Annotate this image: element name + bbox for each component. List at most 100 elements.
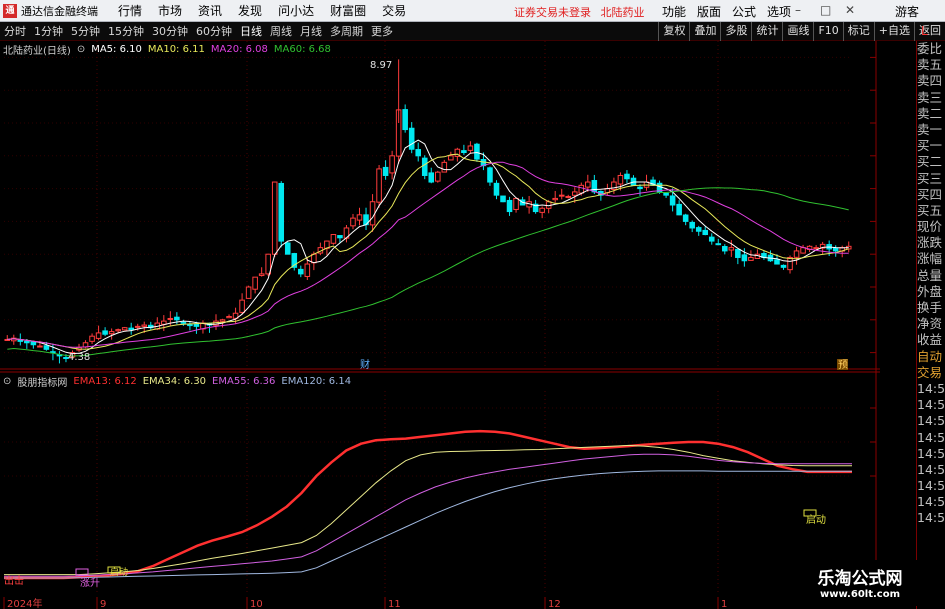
period-tab[interactable]: 5分钟	[71, 23, 100, 39]
close-icon[interactable]: ✕	[845, 3, 855, 17]
menu-discover[interactable]: 发现	[238, 2, 262, 19]
menu-quotes[interactable]: 行情	[118, 2, 142, 19]
panel-item[interactable]: 总量	[917, 268, 945, 284]
candle-body	[793, 250, 800, 258]
period-tab[interactable]: 多周期	[330, 23, 363, 39]
period-tab[interactable]: 分时	[4, 23, 26, 39]
candle-body	[748, 256, 754, 261]
minimize-icon[interactable]: –	[795, 3, 801, 17]
panel-item[interactable]: 14:56	[917, 397, 945, 413]
candle-body	[226, 316, 232, 319]
period-tab[interactable]: 1分钟	[34, 23, 63, 39]
top-stock-name: 北陆药业	[600, 6, 645, 19]
statistics-button[interactable]: 统计	[751, 22, 782, 41]
overlay-button[interactable]: 叠加	[689, 22, 720, 41]
menu-function[interactable]: 功能	[662, 3, 686, 20]
period-tab[interactable]: 周线	[270, 23, 292, 39]
period-tab-active[interactable]: 日线	[240, 23, 262, 39]
panel-item[interactable]: 买二	[917, 154, 945, 170]
legend-toggle-icon[interactable]: ⊙	[77, 44, 85, 55]
period-tab[interactable]: 15分钟	[108, 23, 144, 39]
period-tab[interactable]: 60分钟	[196, 23, 232, 39]
back-button[interactable]: 返回	[914, 22, 945, 41]
candle-body	[487, 167, 493, 183]
menu-market[interactable]: 市场	[158, 2, 182, 19]
signal-qidong-right: 启动	[806, 513, 826, 526]
menu-ask-xiaoda[interactable]: 问小达	[278, 2, 314, 19]
panel-item[interactable]: 14:56	[917, 430, 945, 446]
kline-chart[interactable]: 9.008.508.007.507.006.506.005.505.004.50…	[0, 41, 880, 371]
candle-body	[578, 184, 585, 194]
menu-wealth-circle[interactable]: 财富圈	[330, 2, 366, 19]
candle-body	[741, 254, 748, 262]
watermark-url: www.60lt.com	[819, 589, 900, 600]
panel-item[interactable]: 14:56	[917, 462, 945, 478]
panel-item[interactable]: 交易	[917, 365, 945, 381]
candle-body	[448, 155, 454, 161]
ema120-line	[4, 470, 852, 579]
candle-body	[174, 316, 180, 321]
main-menu: 行情 市场 资讯 发现 问小达 财富圈 交易	[102, 2, 406, 19]
adjust-button[interactable]: 复权	[658, 22, 689, 41]
period-tab-more[interactable]: 更多	[371, 23, 393, 39]
period-tabs: 分时 1分钟 5分钟 15分钟 30分钟 60分钟 日线 周线 月线 多周期 更…	[0, 22, 401, 41]
panel-item[interactable]: 14:56	[917, 478, 945, 494]
menu-formula[interactable]: 公式	[732, 3, 756, 20]
panel-item[interactable]: 自动	[917, 349, 945, 365]
panel-item[interactable]: 卖一	[917, 122, 945, 138]
candle-body	[735, 248, 741, 258]
panel-item[interactable]: 涨跌	[917, 235, 945, 251]
mark-button[interactable]: 标记	[842, 22, 874, 41]
panel-item[interactable]: 卖二	[917, 106, 945, 122]
menu-layout[interactable]: 版面	[697, 3, 721, 20]
period-tab[interactable]: 30分钟	[152, 23, 188, 39]
candle-body	[89, 335, 95, 342]
date-label: 12	[548, 599, 561, 609]
panel-item[interactable]: 14:56	[917, 381, 945, 397]
panel-item[interactable]: 买三	[917, 171, 945, 187]
candle-body	[800, 247, 806, 254]
draw-line-button[interactable]: 画线	[782, 22, 813, 41]
panel-item[interactable]: 净资	[917, 316, 945, 332]
candle-body	[258, 273, 265, 276]
panel-item[interactable]: 涨幅	[917, 251, 945, 267]
panel-item[interactable]: 买四	[917, 187, 945, 203]
panel-item[interactable]: 委比	[917, 41, 945, 57]
candle-body	[435, 171, 441, 182]
panel-item[interactable]: 买五	[917, 203, 945, 219]
f10-button[interactable]: F10	[813, 22, 842, 41]
panel-item[interactable]: 14:56	[917, 494, 945, 510]
menu-news[interactable]: 资讯	[198, 2, 222, 19]
panel-item[interactable]: 现价	[917, 219, 945, 235]
maximize-icon[interactable]: □	[820, 3, 831, 17]
multi-stock-button[interactable]: 多股	[720, 22, 751, 41]
panel-item[interactable]: 14:56	[917, 413, 945, 429]
panel-letter[interactable]: L	[921, 24, 928, 38]
guest-label[interactable]: 游客	[895, 3, 919, 20]
candle-body	[813, 247, 819, 250]
candle-body	[141, 324, 148, 327]
panel-item[interactable]: 卖四	[917, 73, 945, 89]
broker-login-status: 证券交易未登录	[514, 6, 591, 19]
menu-options[interactable]: 选项	[767, 3, 791, 20]
panel-item[interactable]: 外盘	[917, 284, 945, 300]
forecast-marker[interactable]: 预	[838, 359, 848, 371]
panel-item[interactable]: 卖三	[917, 90, 945, 106]
date-label: 2024年	[7, 597, 42, 609]
panel-item[interactable]: 收益	[917, 332, 945, 348]
legend-toggle-icon[interactable]: ⊙	[3, 376, 11, 387]
panel-item[interactable]: 换手	[917, 300, 945, 316]
panel-item[interactable]: 卖五	[917, 57, 945, 73]
add-watchlist-button[interactable]: +自选	[873, 22, 914, 41]
period-tab[interactable]: 月线	[300, 23, 322, 39]
panel-item[interactable]: 买一	[917, 138, 945, 154]
candle-body	[702, 229, 709, 236]
panel-item[interactable]: 14:56	[917, 510, 945, 526]
panel-item[interactable]: 14:56	[917, 446, 945, 462]
earnings-marker[interactable]: 财	[360, 358, 370, 371]
broker-status[interactable]: 证券交易未登录 北陆药业	[514, 4, 645, 20]
indicator-chart[interactable]: 8.007.006.00 出击 涨升 启动 启动	[0, 371, 880, 597]
menu-trade[interactable]: 交易	[382, 2, 406, 19]
candle-body	[832, 247, 839, 252]
indicator-name: 股朋指标网	[17, 377, 68, 389]
